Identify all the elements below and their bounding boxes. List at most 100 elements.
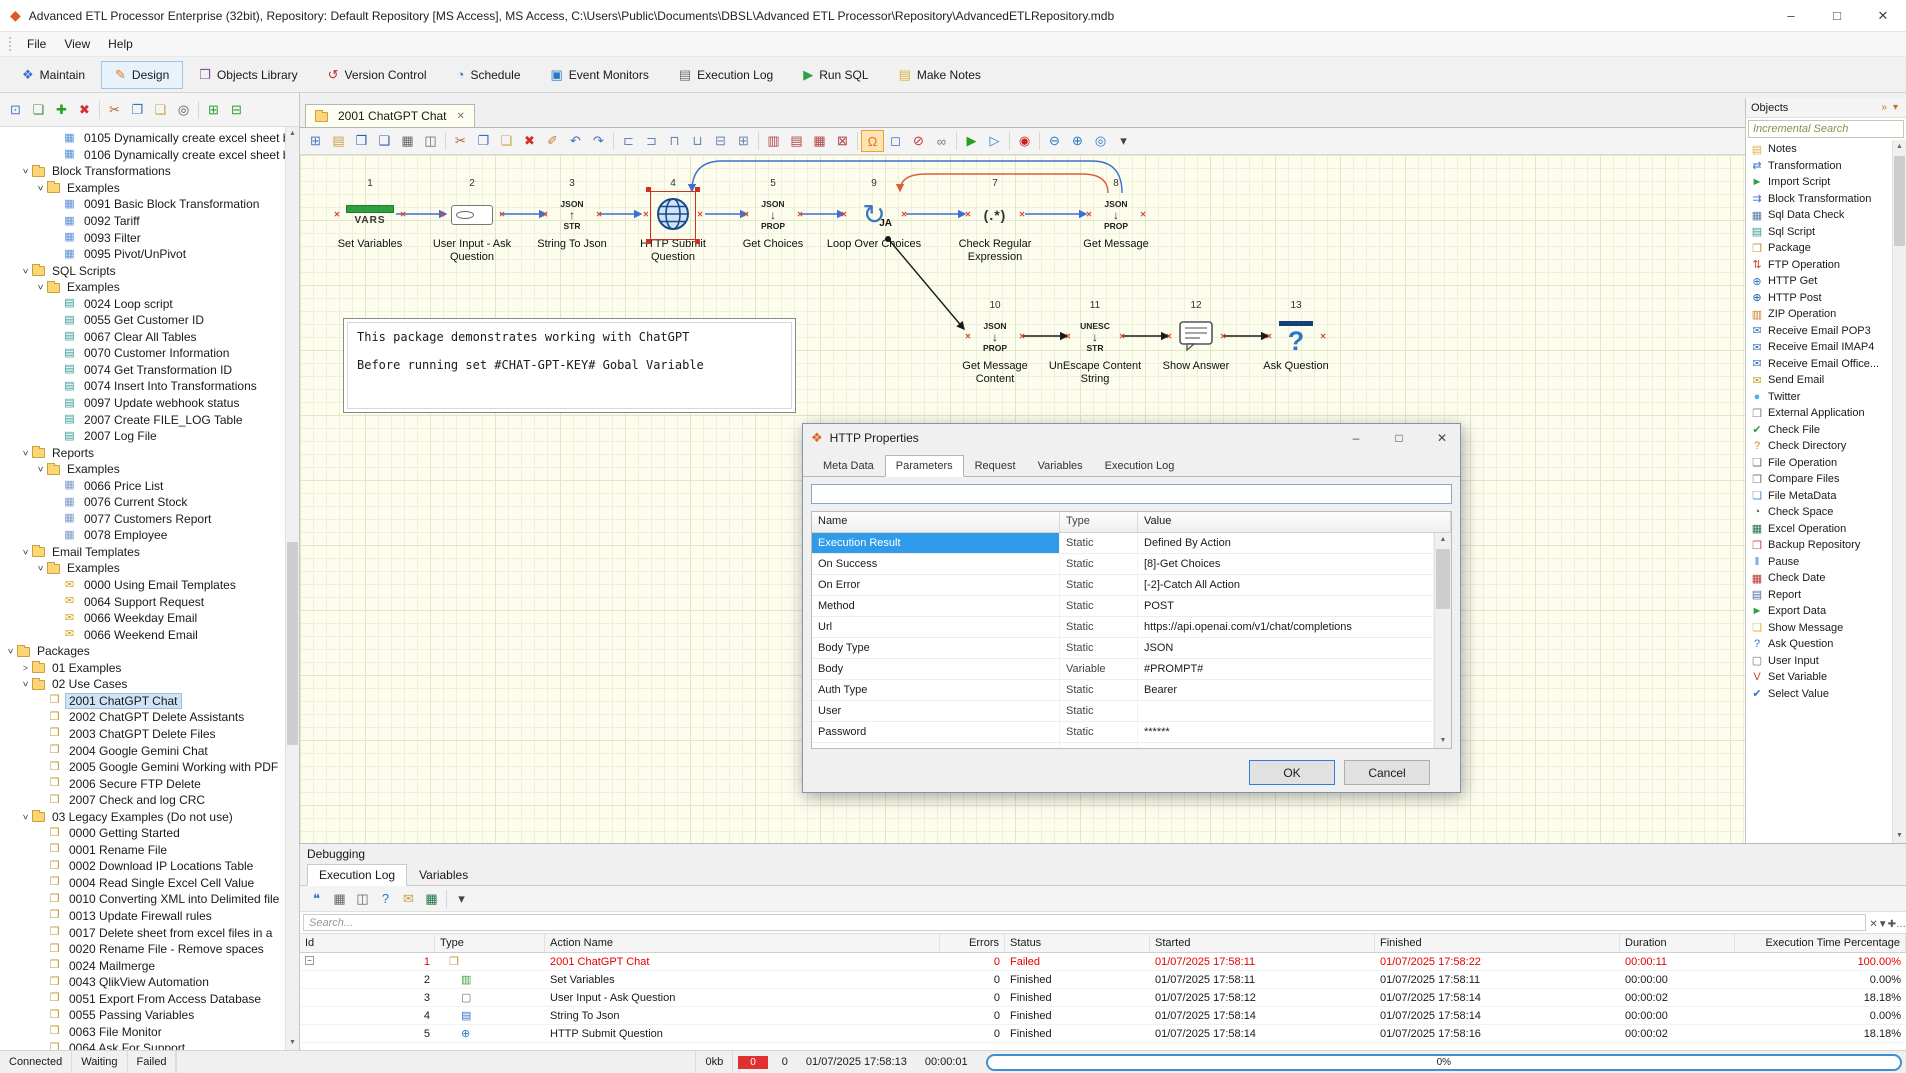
debug-tab-execution-log[interactable]: Execution Log [307, 864, 407, 886]
canvas-zoom-window-icon[interactable]: ◻ [884, 130, 907, 152]
tree-item-0066-weekend-email[interactable]: ✉0066 Weekend Email [0, 626, 285, 643]
package-note[interactable]: This package demonstrates working with C… [343, 318, 796, 413]
row-expander-icon[interactable]: − [305, 956, 314, 965]
tree-panels-icon[interactable]: ⊡ [4, 99, 27, 121]
tree-item-0024-loop-script[interactable]: ▤0024 Loop script [0, 295, 285, 312]
tree-item-2007-check-and-log-crc[interactable]: ❒2007 Check and log CRC [0, 792, 285, 809]
tree-item-0074-insert-into-transformations[interactable]: ▤0074 Insert Into Transformations [0, 378, 285, 395]
canvas-disable-icon[interactable]: ⊘ [907, 130, 930, 152]
object-item-select-value[interactable]: ✔Select Value [1746, 686, 1892, 703]
debug-tab-variables[interactable]: Variables [407, 864, 480, 886]
param-row-body-type[interactable]: Body TypeStaticJSON [812, 638, 1434, 659]
tree-expander-icon[interactable]: > [21, 810, 31, 823]
tree-item-0091-basic-block-transformation[interactable]: ▦0091 Basic Block Transformation [0, 196, 285, 213]
tree-item-0000-getting-started[interactable]: ❒0000 Getting Started [0, 825, 285, 842]
param-row-on-success[interactable]: On SuccessStatic[8]-Get Choices [812, 554, 1434, 575]
canvas-redo-icon[interactable]: ↷ [587, 130, 610, 152]
tree-expander-icon[interactable]: > [21, 165, 31, 178]
object-item-excel-operation[interactable]: ▦Excel Operation [1746, 521, 1892, 538]
object-item-notes[interactable]: ▤Notes [1746, 141, 1892, 158]
tree-expander-icon[interactable]: > [19, 663, 32, 673]
canvas-delete-icon[interactable]: ✖ [518, 130, 541, 152]
tree-item-01-examples[interactable]: >01 Examples [0, 660, 285, 677]
debug-excel-export-icon[interactable]: ▦ [420, 888, 443, 910]
tree-item-packages[interactable]: >Packages [0, 643, 285, 660]
tree-item-0055-get-customer-id[interactable]: ▤0055 Get Customer ID [0, 312, 285, 329]
panel-collapse-icon[interactable]: ▾ [1890, 102, 1901, 113]
canvas-stop-icon[interactable]: ◉ [1013, 130, 1036, 152]
param-row-user[interactable]: UserStatic [812, 701, 1434, 722]
canvas-schedule-2-icon[interactable]: ▤ [785, 130, 808, 152]
flow-canvas[interactable]: This package demonstrates working with C… [300, 155, 1745, 843]
canvas-align-bottom-icon[interactable]: ⊔ [686, 130, 709, 152]
object-item-user-input[interactable]: ▢User Input [1746, 653, 1892, 670]
tree-item-0097-update-webhook-status[interactable]: ▤0097 Update webhook status [0, 395, 285, 412]
canvas-link-icon[interactable]: ∞ [930, 130, 953, 152]
tree-item-0064-ask-for-support[interactable]: ❒0064 Ask For Support [0, 1040, 285, 1050]
object-item-set-variable[interactable]: VSet Variable [1746, 669, 1892, 686]
tree-item-0095-pivot-unpivot[interactable]: ▦0095 Pivot/UnPivot [0, 246, 285, 263]
main-tab-version-control[interactable]: ↺Version Control [314, 61, 441, 89]
panel-pin-icon[interactable]: » [1878, 102, 1890, 113]
log-column-started[interactable]: Started [1150, 934, 1375, 952]
canvas-zoom-reset-icon[interactable]: ◎ [1089, 130, 1112, 152]
tree-paste-icon[interactable]: ❏ [149, 99, 172, 121]
tree-item-email-templates[interactable]: >Email Templates [0, 544, 285, 561]
tree-item-0066-price-list[interactable]: ▦0066 Price List [0, 477, 285, 494]
object-item-send-email[interactable]: ✉Send Email [1746, 372, 1892, 389]
flow-node-get-message[interactable]: 8JSON↓PROPGet Message [1068, 178, 1164, 251]
tree-expander-icon[interactable]: > [6, 645, 16, 658]
flow-node-show-answer[interactable]: 12Show Answer [1148, 300, 1244, 373]
canvas-align-right-icon[interactable]: ⊐ [640, 130, 663, 152]
log-row-set-variables[interactable]: 2▥Set Variables0Finished01/07/2025 17:58… [300, 971, 1906, 989]
tree-item-0043-qlikview-automation[interactable]: ❒0043 QlikView Automation [0, 974, 285, 991]
object-item-sql-script[interactable]: ▤Sql Script [1746, 224, 1892, 241]
tree-item-reports[interactable]: >Reports [0, 444, 285, 461]
tree-cut-icon[interactable]: ✂ [103, 99, 126, 121]
tree-item-02-use-cases[interactable]: >02 Use Cases [0, 676, 285, 693]
object-item-check-file[interactable]: ✔Check File [1746, 422, 1892, 439]
object-item-external-application[interactable]: ❒External Application [1746, 405, 1892, 422]
tree-item-0106-dynamically-create-excel-sheet-b[interactable]: ▦0106 Dynamically create excel sheet b..… [0, 147, 285, 164]
scroll-thumb[interactable] [1436, 549, 1450, 609]
log-column-execution-time-percentage[interactable]: Execution Time Percentage [1735, 934, 1906, 952]
log-row-user-input-ask-question[interactable]: 3▢User Input - Ask Question0Finished01/0… [300, 989, 1906, 1007]
maximize-button[interactable]: □ [1814, 0, 1860, 31]
canvas-distribute-v-icon[interactable]: ⊞ [732, 130, 755, 152]
canvas-panels-icon[interactable]: ⊞ [304, 130, 327, 152]
incremental-search-input[interactable] [1748, 120, 1904, 138]
main-tab-execution-log[interactable]: ▤Execution Log [665, 61, 787, 89]
flow-node-ask-question[interactable]: 13?Ask Question [1248, 300, 1344, 373]
flow-node-unescape-content-string[interactable]: 11UNESC↓STRUnEscape Content String [1047, 300, 1143, 385]
object-item-receive-email-office[interactable]: ✉Receive Email Office... [1746, 356, 1892, 373]
debug-print-icon[interactable]: ▦ [328, 888, 351, 910]
tree-item-0024-mailmerge[interactable]: ❒0024 Mailmerge [0, 957, 285, 974]
tree-expander-icon[interactable]: > [36, 281, 46, 294]
ok-button[interactable]: OK [1249, 760, 1335, 785]
menu-view[interactable]: View [55, 34, 99, 54]
tree-item-0070-customer-information[interactable]: ▤0070 Customer Information [0, 345, 285, 362]
canvas-paste-icon[interactable]: ❏ [495, 130, 518, 152]
canvas-zoom-out-icon[interactable]: ⊖ [1043, 130, 1066, 152]
object-item-file-metadata[interactable]: ❏File MetaData [1746, 488, 1892, 505]
log-column-errors[interactable]: Errors [940, 934, 1005, 952]
dialog-close-button[interactable]: ✕ [1424, 425, 1460, 452]
canvas-open-icon[interactable]: ▤ [327, 130, 350, 152]
param-row-on-error[interactable]: On ErrorStatic[-2]-Catch All Action [812, 575, 1434, 596]
scroll-up-icon[interactable]: ▲ [286, 127, 299, 141]
scroll-down-icon[interactable]: ▼ [286, 1036, 299, 1050]
log-row-2001-chatgpt-chat[interactable]: −1❒2001 ChatGPT Chat0Failed01/07/2025 17… [300, 953, 1906, 971]
tree-item-0055-passing-variables[interactable]: ❒0055 Passing Variables [0, 1007, 285, 1024]
tree-item-0074-get-transformation-id[interactable]: ▤0074 Get Transformation ID [0, 362, 285, 379]
object-item-compare-files[interactable]: ❐Compare Files [1746, 471, 1892, 488]
canvas-more-icon[interactable]: ▾ [1112, 130, 1135, 152]
main-tab-maintain[interactable]: ❖Maintain [8, 61, 99, 89]
tree-item-0001-rename-file[interactable]: ❒0001 Rename File [0, 842, 285, 859]
flow-node-string-to-json[interactable]: 3JSON↑STRString To Json [524, 178, 620, 251]
scroll-down-icon[interactable]: ▼ [1435, 734, 1451, 748]
tree-item-0092-tariff[interactable]: ▦0092 Tariff [0, 213, 285, 230]
tree-delete-icon[interactable]: ✖ [73, 99, 96, 121]
tree-item-0077-customers-report[interactable]: ▦0077 Customers Report [0, 511, 285, 528]
canvas-save-icon[interactable]: ❒ [350, 130, 373, 152]
tree-item-0066-weekday-email[interactable]: ✉0066 Weekday Email [0, 610, 285, 627]
